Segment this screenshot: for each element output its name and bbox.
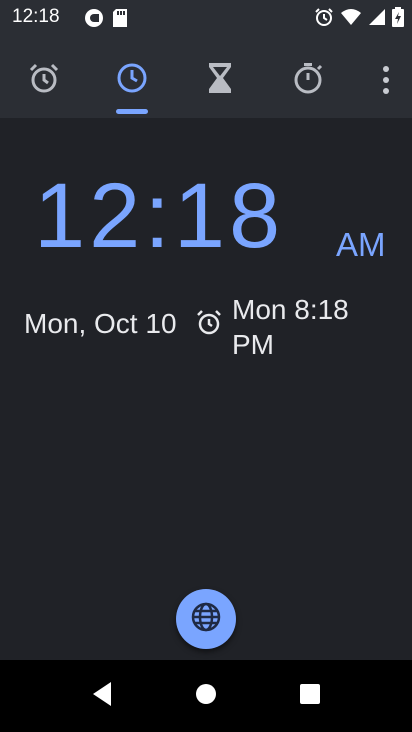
selected-tab-indicator	[116, 109, 148, 114]
recents-icon	[298, 682, 322, 710]
back-button[interactable]	[80, 674, 124, 718]
clock-page: 12:18 AM Mon, Oct 10 Mon 8:18 PM	[0, 118, 412, 660]
stopwatch-icon	[291, 61, 325, 99]
status-bar: 12:18	[0, 0, 412, 36]
tab-alarm[interactable]	[18, 54, 70, 106]
wifi-icon	[340, 8, 362, 30]
hourglass-icon	[205, 61, 235, 99]
cell-signal-icon	[368, 8, 386, 30]
recents-button[interactable]	[288, 674, 332, 718]
clock-icon	[115, 61, 149, 99]
home-button[interactable]	[184, 674, 228, 718]
date-label: Mon, Oct 10	[24, 308, 177, 339]
clock-time: 12:18	[34, 165, 285, 267]
navigation-bar	[0, 660, 412, 732]
globe-icon	[190, 601, 222, 637]
sd-card-icon	[112, 8, 128, 32]
next-alarm-label[interactable]: Mon 8:18 PM	[232, 292, 392, 362]
overflow-menu-button[interactable]	[374, 60, 398, 100]
app-bar	[0, 36, 412, 118]
cities-button[interactable]	[176, 589, 236, 649]
tab-clock[interactable]	[106, 54, 158, 106]
tab-timer[interactable]	[194, 54, 246, 106]
pocket-casts-icon	[84, 8, 104, 32]
tab-stopwatch[interactable]	[282, 54, 334, 106]
status-time: 12:18	[12, 6, 60, 27]
alarm-icon	[314, 7, 334, 31]
next-alarm-icon	[194, 308, 224, 338]
home-icon	[194, 682, 218, 710]
back-icon	[89, 680, 115, 712]
more-vert-icon	[383, 66, 389, 72]
battery-icon	[392, 7, 404, 31]
alarm-clock-icon	[27, 61, 61, 99]
clock-ampm: AM	[336, 226, 386, 263]
